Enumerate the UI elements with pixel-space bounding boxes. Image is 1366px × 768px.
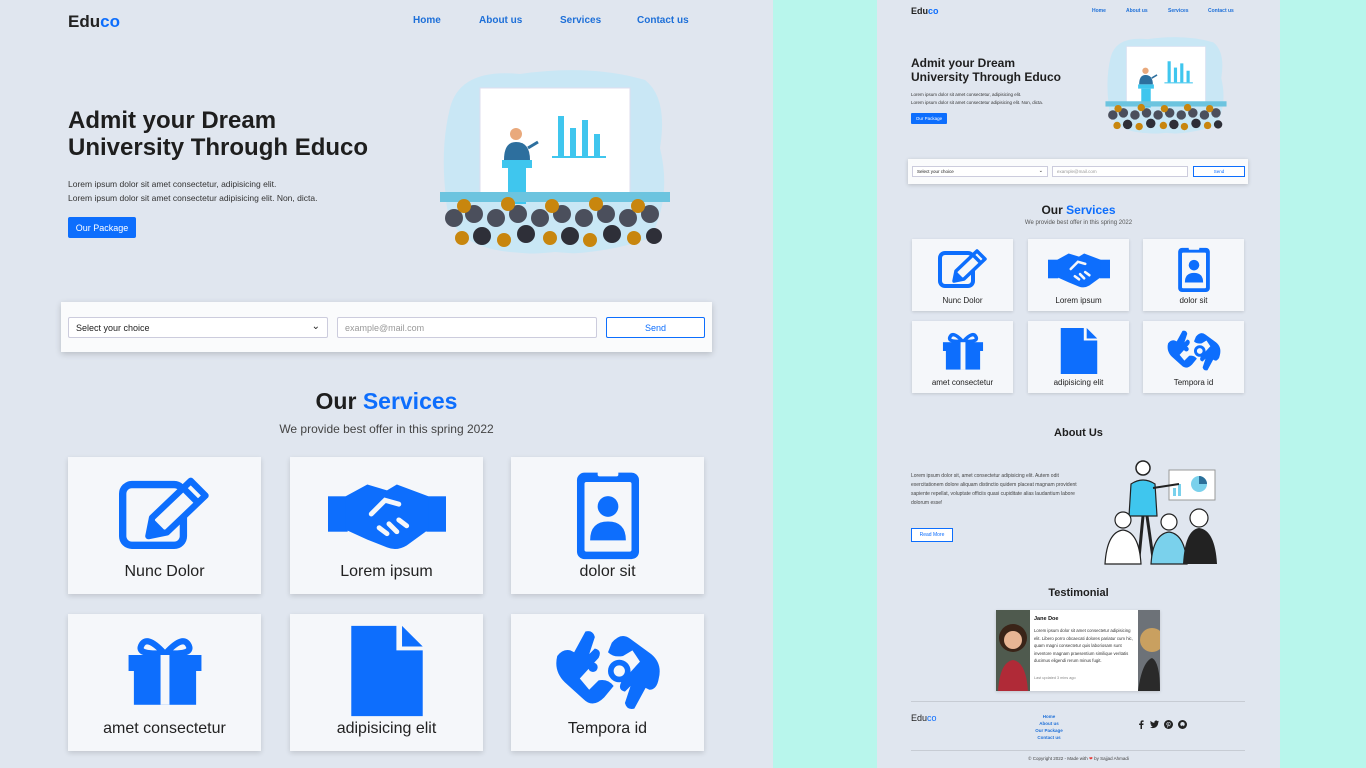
service-card[interactable]: dolor sit	[511, 457, 704, 594]
nav-services[interactable]: Services	[1168, 8, 1189, 14]
divider	[911, 701, 1245, 702]
footer-links: Home About us Our Package Contact us	[1029, 713, 1069, 741]
contact-form: Select your choice ⌄ example@mail.com Se…	[61, 302, 712, 352]
handshake-icon	[1048, 248, 1110, 290]
nav-home[interactable]: Home	[413, 15, 441, 26]
facebook-icon[interactable]	[1137, 720, 1145, 729]
nav-contact[interactable]: Contact us	[637, 15, 689, 26]
hero-title: Admit your Dream University Through Educ…	[911, 56, 1062, 84]
footer-link-package[interactable]: Our Package	[1029, 727, 1069, 734]
sign-language-icon	[1163, 327, 1225, 375]
service-card[interactable]: Nunc Dolor	[68, 457, 261, 594]
full-page-preview: Educo Home About us Services Contact us …	[877, 0, 1280, 768]
avatar	[996, 610, 1030, 691]
id-badge-icon	[1177, 245, 1211, 293]
service-card[interactable]: Tempora id	[511, 614, 704, 751]
contact-form: Select your choice ⌄ example@mail.com Se…	[908, 159, 1248, 184]
service-card[interactable]: adipisicing elit	[290, 614, 483, 751]
our-package-button[interactable]: Our Package	[68, 217, 136, 238]
services-subtitle: We provide best offer in this spring 202…	[279, 422, 494, 436]
nav-services[interactable]: Services	[560, 15, 601, 26]
services-title: Our Services	[315, 388, 458, 414]
services-subtitle: We provide best offer in this spring 202…	[1024, 220, 1133, 226]
copyright-text: © Copyright 2022 - Made with ❤ by Sajjad…	[1028, 756, 1129, 761]
file-icon	[347, 624, 427, 718]
presentation-illustration	[1103, 458, 1223, 566]
email-input[interactable]: example@mail.com	[337, 317, 597, 338]
pen-to-square-icon	[119, 477, 211, 551]
chevron-down-icon: ⌄	[311, 321, 320, 332]
send-button[interactable]: Send	[606, 317, 705, 338]
handshake-icon	[328, 474, 446, 554]
brand-logo[interactable]: Educo	[68, 12, 120, 32]
hero-text: Lorem ipsum dolor sit amet consectetur, …	[68, 179, 318, 203]
pen-to-square-icon	[938, 249, 988, 289]
about-title: About Us	[1054, 427, 1103, 439]
github-icon[interactable]	[1178, 720, 1187, 729]
pinterest-icon[interactable]	[1164, 720, 1173, 729]
service-card[interactable]: Tempora id	[1143, 321, 1244, 393]
social-links	[1137, 720, 1187, 729]
email-input[interactable]: example@mail.com	[1052, 166, 1188, 177]
nav-about[interactable]: About us	[479, 15, 522, 26]
conference-illustration	[1105, 36, 1227, 136]
service-card[interactable]: Nunc Dolor	[912, 239, 1013, 311]
footer-link-contact[interactable]: Contact us	[1029, 734, 1069, 741]
nav-contact[interactable]: Contact us	[1208, 8, 1234, 14]
service-card[interactable]: adipisicing elit	[1028, 321, 1129, 393]
gift-icon	[125, 635, 205, 707]
about-text: Lorem ipsum dolor sit, amet consectetur …	[911, 473, 1077, 506]
our-package-button[interactable]: Our Package	[911, 113, 947, 124]
chevron-down-icon: ⌄	[1038, 168, 1043, 174]
hero-text: Lorem ipsum dolor sit amet consectetur, …	[911, 92, 1044, 105]
footer-logo[interactable]: Educo	[911, 713, 937, 723]
send-button[interactable]: Send	[1193, 166, 1245, 177]
testimonial-name: Jane Doe	[1034, 616, 1059, 622]
services-title: Our Services	[1041, 203, 1116, 217]
footer-link-home[interactable]: Home	[1029, 713, 1069, 720]
file-icon	[1058, 327, 1100, 375]
testimonial-card: Jane Doe Lorem ipsum dolor sit amet cons…	[996, 610, 1160, 691]
conference-illustration	[440, 68, 670, 258]
service-card[interactable]: Lorem ipsum	[290, 457, 483, 594]
footer-link-about[interactable]: About us	[1029, 720, 1069, 727]
next-avatar-peek[interactable]	[1138, 610, 1160, 691]
id-badge-icon	[575, 467, 641, 561]
sign-language-icon	[548, 624, 668, 718]
nav-about[interactable]: About us	[1126, 8, 1148, 14]
choice-select[interactable]: Select your choice ⌄	[68, 317, 328, 338]
testimonial-title: Testimonial	[1048, 587, 1109, 599]
choice-select[interactable]: Select your choice ⌄	[912, 166, 1048, 177]
gift-icon	[941, 331, 985, 371]
testimonial-updated: Last updated 3 mins ago	[1034, 676, 1076, 680]
service-card[interactable]: Lorem ipsum	[1028, 239, 1129, 311]
service-card[interactable]: amet consectetur	[912, 321, 1013, 393]
nav-home[interactable]: Home	[1092, 8, 1106, 14]
divider	[911, 750, 1245, 751]
twitter-icon[interactable]	[1150, 720, 1159, 729]
brand-logo[interactable]: Educo	[911, 6, 939, 16]
testimonial-body: Lorem ipsum dolor sit amet consectetur a…	[1034, 628, 1133, 663]
service-card[interactable]: amet consectetur	[68, 614, 261, 751]
hero-title: Admit your Dream University Through Educ…	[68, 107, 369, 161]
desktop-preview: Educo Home About us Services Contact us …	[0, 0, 773, 768]
heart-icon: ❤	[1089, 756, 1093, 761]
read-more-button[interactable]: Read More	[911, 528, 953, 542]
service-card[interactable]: dolor sit	[1143, 239, 1244, 311]
